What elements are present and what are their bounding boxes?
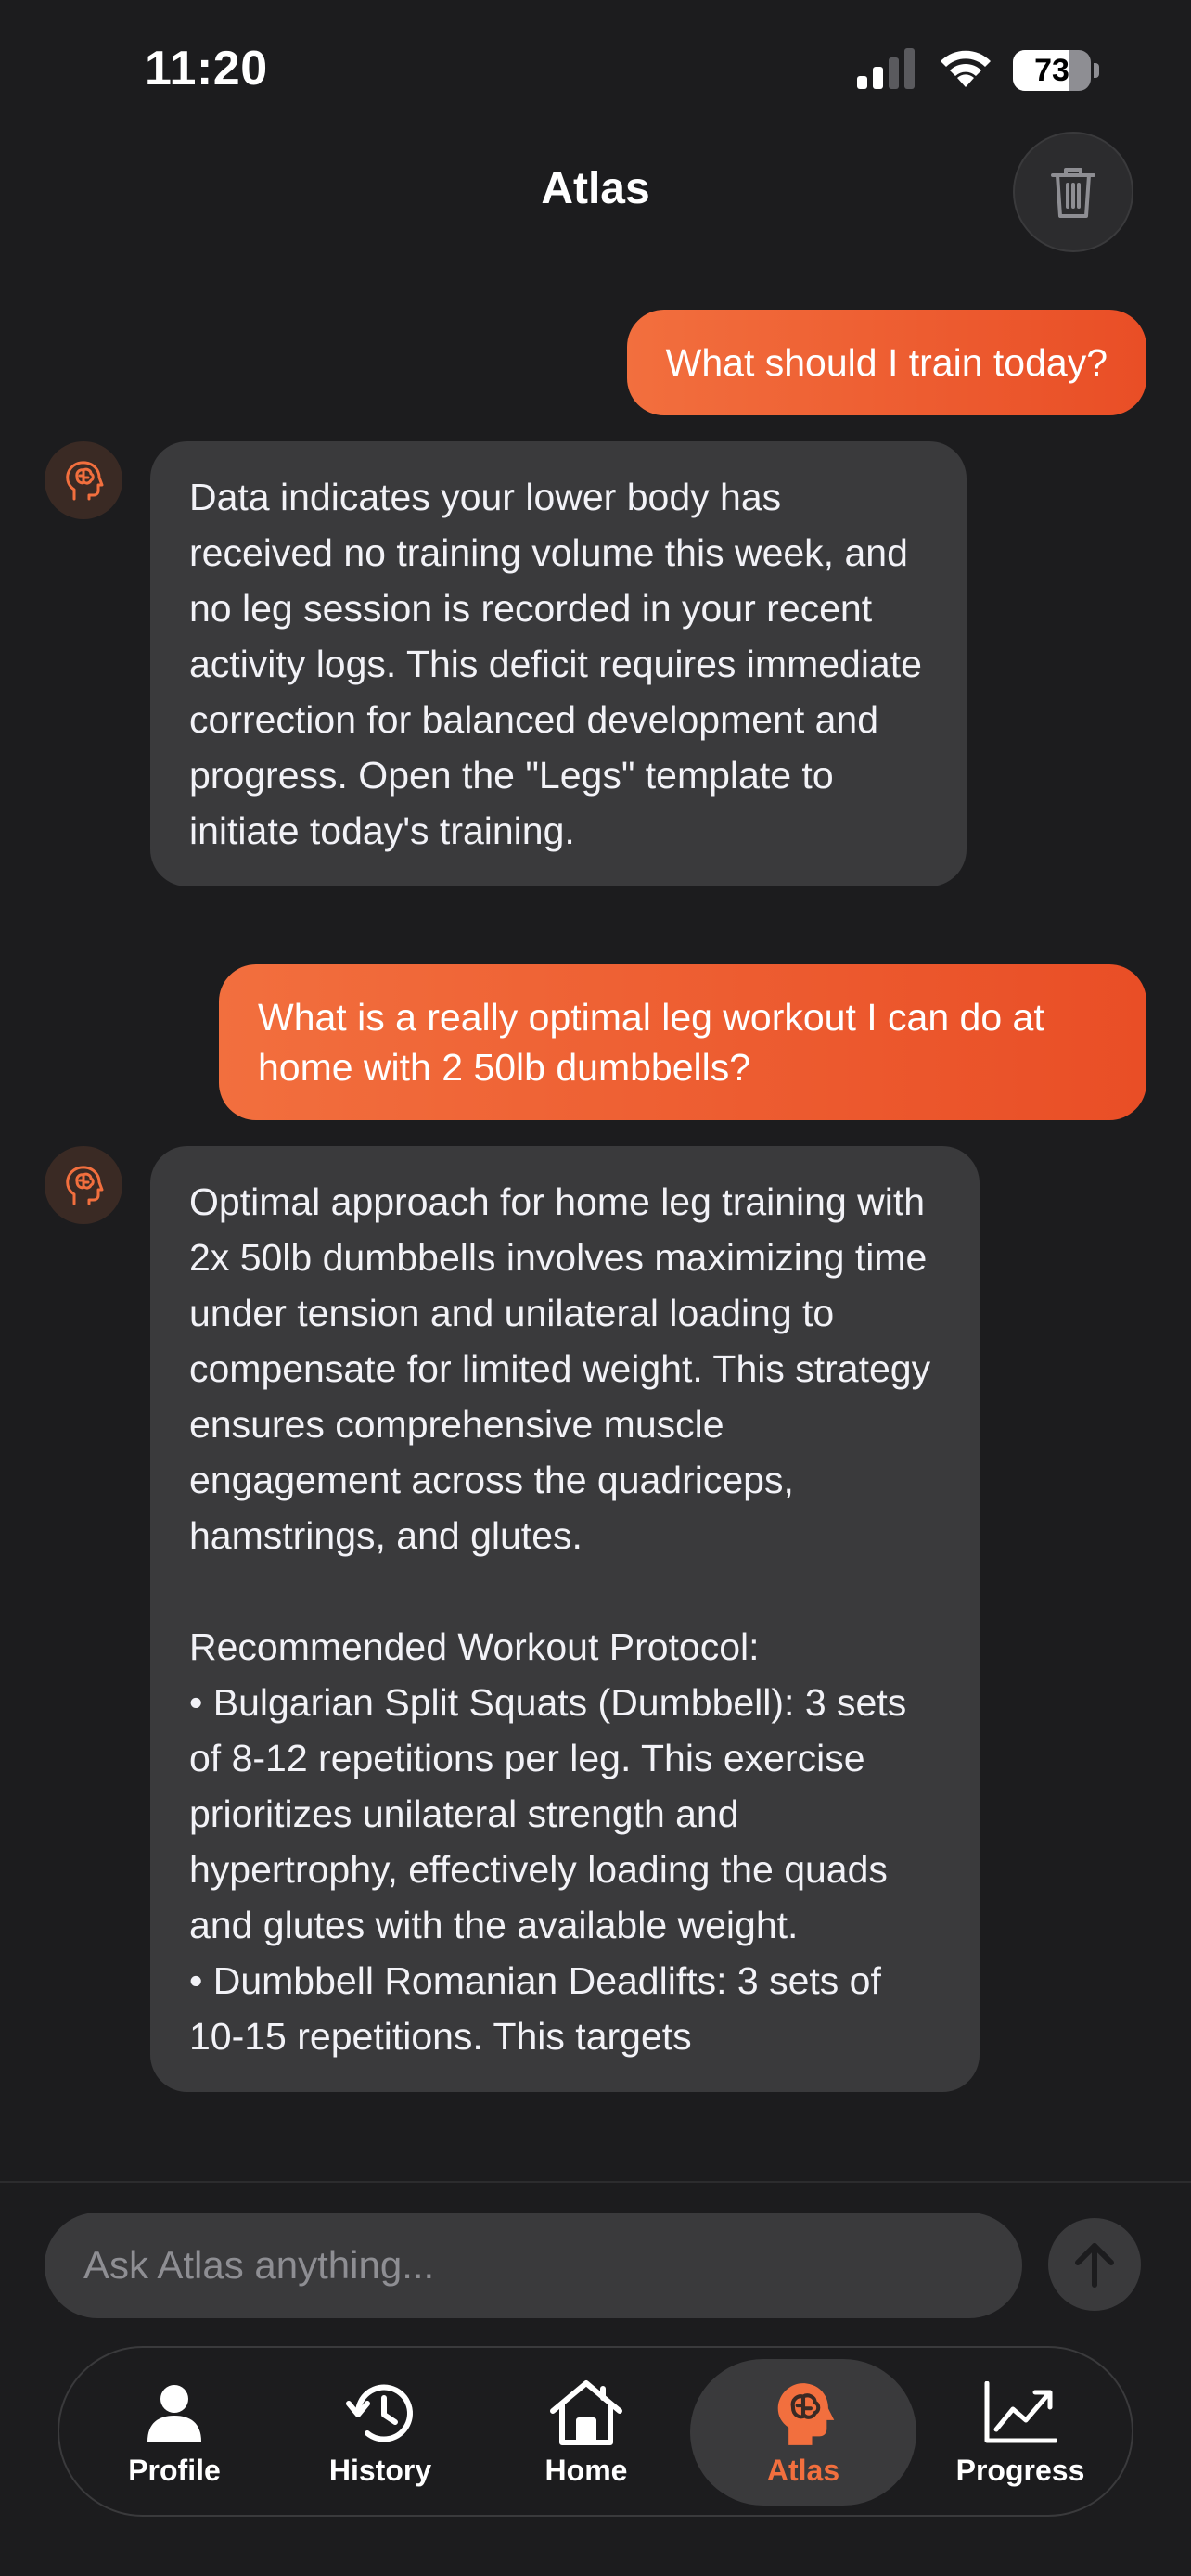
status-time: 11:20 bbox=[145, 42, 268, 96]
assistant-avatar bbox=[45, 441, 122, 519]
tab-bar: Profile History Home Atlas Progress bbox=[58, 2346, 1133, 2517]
assistant-avatar bbox=[45, 1146, 122, 1224]
tab-atlas[interactable]: Atlas bbox=[690, 2359, 916, 2506]
tab-label: Atlas bbox=[766, 2453, 840, 2487]
brain-head-icon bbox=[66, 461, 104, 501]
message-input[interactable] bbox=[45, 2213, 1022, 2318]
arrow-up-icon bbox=[1075, 2243, 1114, 2288]
trash-icon bbox=[1051, 168, 1095, 218]
chat-thread[interactable]: What should I train today? Data indicate… bbox=[0, 278, 1191, 2181]
message-composer bbox=[0, 2181, 1191, 2320]
history-icon bbox=[346, 2384, 413, 2442]
battery-level: 73 bbox=[1034, 53, 1069, 88]
tab-label: Home bbox=[544, 2453, 628, 2487]
assistant-message: Optimal approach for home leg training w… bbox=[150, 1146, 980, 2092]
assistant-message: Data indicates your lower body has recei… bbox=[150, 441, 967, 886]
cellular-signal-icon bbox=[857, 48, 915, 89]
tab-progress[interactable]: Progress bbox=[918, 2359, 1122, 2506]
send-button[interactable] bbox=[1048, 2218, 1141, 2311]
user-message: What should I train today? bbox=[626, 310, 1146, 415]
wifi-icon bbox=[941, 50, 991, 87]
tab-label: Profile bbox=[128, 2453, 221, 2487]
tab-label: History bbox=[328, 2453, 432, 2487]
tab-history[interactable]: History bbox=[278, 2359, 482, 2506]
tab-profile[interactable]: Profile bbox=[72, 2359, 276, 2506]
brain-head-icon bbox=[66, 1166, 104, 1205]
brain-head-icon bbox=[777, 2382, 835, 2445]
status-bar: 11:20 73 bbox=[0, 0, 1191, 139]
person-icon bbox=[147, 2384, 201, 2442]
user-message: What is a really optimal leg workout I c… bbox=[219, 964, 1146, 1120]
tab-label: Progress bbox=[955, 2453, 1085, 2487]
chart-icon bbox=[984, 2380, 1057, 2442]
home-icon bbox=[550, 2379, 622, 2445]
clear-chat-button[interactable] bbox=[1013, 132, 1133, 252]
battery-indicator: 73 bbox=[1013, 50, 1099, 91]
tab-home[interactable]: Home bbox=[484, 2359, 688, 2506]
